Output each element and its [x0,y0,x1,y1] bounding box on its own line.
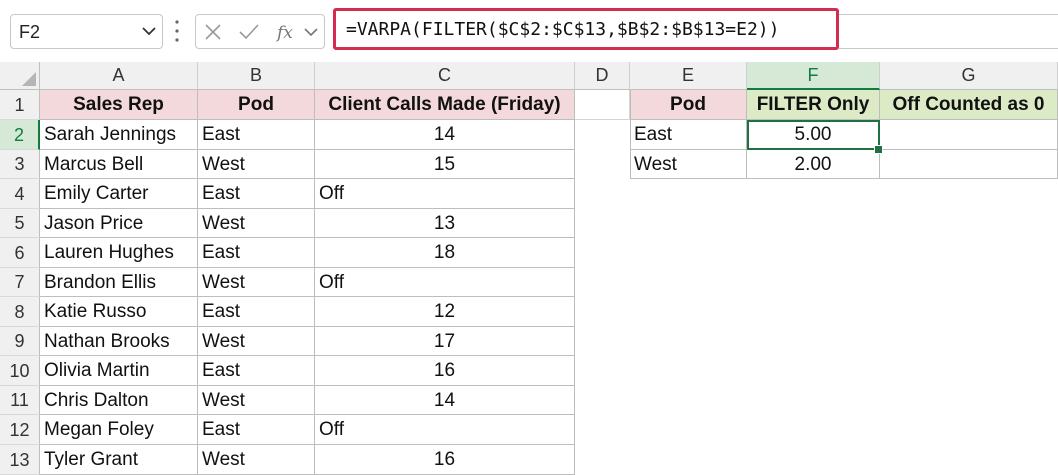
table-cell[interactable]: East [198,238,315,268]
table-cell[interactable]: Olivia Martin [40,356,198,386]
summary-cell[interactable]: West [630,150,747,179]
row-header-4[interactable]: 4 [0,179,40,209]
summary-left-border [630,90,631,179]
table-cell[interactable]: East [198,120,315,150]
table-cell[interactable]: West [198,150,315,179]
chevron-down-icon[interactable] [142,26,156,36]
table-cell[interactable]: West [198,209,315,238]
formula-text: =VARPA(FILTER($C$2:$C$13,$B$2:$B$13=E2)) [346,19,780,40]
summary-header-off-counted[interactable]: Off Counted as 0 [880,90,1058,120]
summary-cell[interactable] [880,120,1058,150]
table-cell[interactable]: Off [315,415,575,445]
table-cell[interactable]: Brandon Ellis [40,268,198,297]
table-cell[interactable]: 16 [315,445,575,475]
table-cell[interactable]: Nathan Brooks [40,327,198,356]
table-cell[interactable]: East [198,356,315,386]
table-cell[interactable]: 15 [315,150,575,179]
row-header-1[interactable]: 1 [0,90,40,120]
table-cell[interactable]: Lauren Hughes [40,238,198,268]
table-cell[interactable]: 16 [315,356,575,386]
table-cell[interactable]: 14 [315,386,575,415]
column-header-b[interactable]: B [198,62,315,90]
table-cell[interactable]: West [198,268,315,297]
table-cell[interactable]: 18 [315,238,575,268]
row-header-12[interactable]: 12 [0,415,40,445]
formula-input-extension[interactable] [839,14,1058,49]
formula-bar: F2 fx =VARPA(FILTER($C$2:$C$13,$B$2:$B$1… [0,0,1058,62]
table-cell[interactable]: Emily Carter [40,179,198,209]
table-cell[interactable]: Katie Russo [40,297,198,327]
column-header-c[interactable]: C [315,62,575,90]
table-cell[interactable]: 17 [315,327,575,356]
header-client-calls[interactable]: Client Calls Made (Friday) [315,90,575,120]
name-box[interactable]: F2 [10,14,163,49]
fill-handle[interactable] [874,145,883,154]
row-header-11[interactable]: 11 [0,386,40,415]
table-cell[interactable]: Jason Price [40,209,198,238]
name-box-value: F2 [19,22,41,42]
table-cell[interactable]: East [198,415,315,445]
more-options-icon[interactable] [174,18,180,44]
table-cell[interactable]: Tyler Grant [40,445,198,475]
table-cell[interactable]: East [198,179,315,209]
column-header-f[interactable]: F [747,62,880,90]
column-header-a[interactable]: A [40,62,198,90]
table-cell[interactable]: Megan Foley [40,415,198,445]
confirm-check-icon[interactable] [238,23,260,41]
row-header-7[interactable]: 7 [0,268,40,297]
svg-text:fx: fx [276,23,293,43]
table-cell[interactable]: Sarah Jennings [40,120,198,150]
row-header-2[interactable]: 2 [0,120,40,150]
summary-cell-active[interactable]: 5.00 [747,120,880,150]
table-cell[interactable]: East [198,297,315,327]
summary-cell[interactable]: East [630,120,747,150]
formula-actions: fx [195,14,325,49]
table-cell[interactable]: West [198,386,315,415]
header-pod[interactable]: Pod [198,90,315,120]
row-header-5[interactable]: 5 [0,209,40,238]
summary-header-filter-only[interactable]: FILTER Only [747,90,880,120]
row-header-13[interactable]: 13 [0,445,40,475]
chevron-down-icon[interactable] [304,27,318,37]
table-cell[interactable]: Off [315,179,575,209]
row-header-10[interactable]: 10 [0,356,40,386]
insert-function-icon[interactable]: fx [276,20,300,44]
table-cell[interactable]: Off [315,268,575,297]
row-header-6[interactable]: 6 [0,238,40,268]
table-cell[interactable]: Marcus Bell [40,150,198,179]
table-cell[interactable]: 12 [315,297,575,327]
summary-header-pod[interactable]: Pod [630,90,747,120]
column-header-d[interactable]: D [575,62,630,90]
column-header-e[interactable]: E [630,62,747,90]
column-header-g[interactable]: G [880,62,1058,90]
select-all-triangle-icon [22,72,36,86]
row-header-8[interactable]: 8 [0,297,40,327]
row-header-9[interactable]: 9 [0,327,40,356]
formula-input[interactable]: =VARPA(FILTER($C$2:$C$13,$B$2:$B$13=E2)) [333,8,839,50]
table-cell[interactable]: 14 [315,120,575,150]
summary-cell[interactable] [880,150,1058,179]
cancel-icon[interactable] [204,23,222,41]
row-header-3[interactable]: 3 [0,150,40,179]
table-cell[interactable]: West [198,445,315,475]
cell-d1[interactable] [575,90,630,120]
select-all-corner[interactable] [0,62,40,90]
table-cell[interactable]: 13 [315,209,575,238]
table-cell[interactable]: West [198,327,315,356]
header-sales-rep[interactable]: Sales Rep [40,90,198,120]
table-cell[interactable]: Chris Dalton [40,386,198,415]
summary-cell[interactable]: 2.00 [747,150,880,179]
